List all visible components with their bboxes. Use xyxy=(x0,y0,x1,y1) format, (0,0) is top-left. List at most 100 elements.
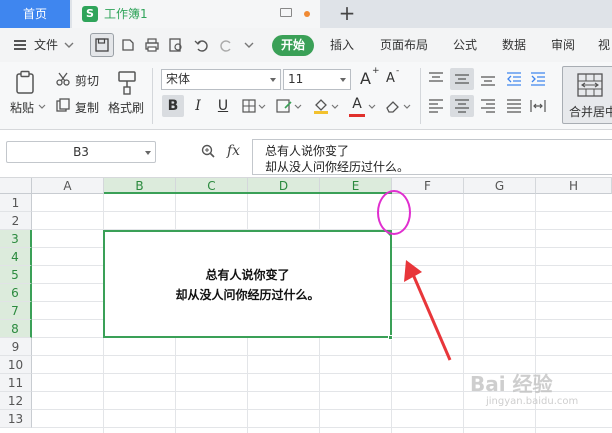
align-right-icon[interactable] xyxy=(480,99,496,113)
row-header-12[interactable]: 12 xyxy=(0,392,32,410)
fill-handle[interactable] xyxy=(388,335,393,340)
tab-insert[interactable]: 插入 xyxy=(330,28,354,62)
tab-page-layout[interactable]: 页面布局 xyxy=(380,28,428,62)
underline-button[interactable]: U xyxy=(212,95,234,117)
row-header-13[interactable]: 13 xyxy=(0,410,32,428)
spreadsheet-grid[interactable]: A B C D E F G H 1 2 3 4 5 6 7 8 9 10 11 … xyxy=(0,178,612,433)
plus-icon: + xyxy=(372,66,380,76)
font-name-value: 宋体 xyxy=(166,72,191,86)
distributed-align-icon[interactable] xyxy=(530,99,546,113)
increase-indent-icon[interactable] xyxy=(530,72,546,86)
redo-icon[interactable] xyxy=(218,37,234,53)
insert-function-button[interactable]: fx xyxy=(227,143,240,159)
paste-icon[interactable] xyxy=(14,70,38,96)
customize-toolbar-icon[interactable] xyxy=(244,41,254,49)
name-box-value: B3 xyxy=(73,145,89,159)
paste-button[interactable]: 粘贴 xyxy=(10,99,34,116)
column-header-h[interactable]: H xyxy=(536,178,612,194)
borders-icon[interactable] xyxy=(242,99,256,113)
decrease-font-size-button[interactable]: A xyxy=(386,71,395,86)
minus-icon: - xyxy=(396,66,400,76)
row-header-10[interactable]: 10 xyxy=(0,356,32,374)
row-header-2[interactable]: 2 xyxy=(0,212,32,230)
tab-formulas[interactable]: 公式 xyxy=(453,28,477,62)
row-header-4[interactable]: 4 xyxy=(0,248,32,266)
ribbon-separator xyxy=(420,68,421,124)
tab-home[interactable]: 开始 xyxy=(272,35,314,56)
chevron-down-icon xyxy=(340,78,346,82)
formula-text-line-2: 却从没人问你经历过什么。 xyxy=(265,160,410,174)
row-header-6[interactable]: 6 xyxy=(0,284,32,302)
gridline xyxy=(463,194,464,433)
font-size-select[interactable]: 11 xyxy=(283,69,351,90)
row-header-9[interactable]: 9 xyxy=(0,338,32,356)
annotation-circle xyxy=(377,190,411,235)
zoom-icon[interactable] xyxy=(201,144,215,158)
row-header-3[interactable]: 3 xyxy=(0,230,32,248)
select-all-corner[interactable] xyxy=(0,178,32,194)
new-tab-button[interactable]: + xyxy=(336,0,358,28)
chevron-down-icon[interactable] xyxy=(368,104,376,110)
align-center-icon xyxy=(455,99,469,113)
merge-center-button[interactable]: 合并居中 xyxy=(562,66,612,124)
bold-button[interactable]: B xyxy=(162,95,184,117)
format-painter-button[interactable]: 格式刷 xyxy=(108,99,144,116)
menu-bar: 文件 开始 插入 页面布局 公式 数据 审阅 视 xyxy=(0,28,612,62)
chevron-down-icon[interactable] xyxy=(403,104,411,110)
cell-style-icon[interactable] xyxy=(276,99,292,113)
print-icon[interactable] xyxy=(144,37,160,53)
home-tab[interactable]: 首页 xyxy=(0,0,70,28)
menu-icon[interactable] xyxy=(14,40,26,50)
merge-cells-icon xyxy=(577,73,603,97)
format-painter-icon[interactable] xyxy=(116,70,138,96)
fill-color-icon[interactable] xyxy=(313,97,329,115)
chevron-down-icon xyxy=(270,78,276,82)
chevron-down-icon[interactable] xyxy=(331,104,339,110)
align-bottom-icon[interactable] xyxy=(480,72,496,86)
decrease-indent-icon[interactable] xyxy=(506,72,522,86)
formula-bar: B3 fx 总有人说你变了 却从没人问你经历过什么。 xyxy=(0,130,612,178)
undo-icon[interactable] xyxy=(194,37,210,53)
merged-cell-b3[interactable]: 总有人说你变了 却从没人问你经历过什么。 xyxy=(103,230,392,338)
copy-button[interactable]: 复制 xyxy=(75,99,99,116)
font-color-button[interactable]: A xyxy=(346,93,368,115)
name-box[interactable]: B3 xyxy=(6,141,156,163)
tab-view[interactable]: 视 xyxy=(598,28,610,62)
export-icon[interactable] xyxy=(120,37,136,53)
print-preview-icon[interactable] xyxy=(168,37,184,53)
document-tab[interactable]: S 工作簿1 xyxy=(72,0,320,28)
tab-review[interactable]: 审阅 xyxy=(551,28,575,62)
file-menu[interactable]: 文件 xyxy=(34,28,58,62)
gridline xyxy=(32,211,612,212)
tab-data[interactable]: 数据 xyxy=(502,28,526,62)
chevron-down-icon[interactable] xyxy=(294,104,302,110)
cut-icon[interactable] xyxy=(56,72,70,86)
column-header-g[interactable]: G xyxy=(464,178,536,194)
row-header-8[interactable]: 8 xyxy=(0,320,32,338)
cut-button[interactable]: 剪切 xyxy=(75,72,99,89)
row-header-7[interactable]: 7 xyxy=(0,302,32,320)
chevron-down-icon[interactable] xyxy=(258,104,266,110)
column-header-a[interactable]: A xyxy=(32,178,104,194)
title-bar: 首页 S 工作簿1 + xyxy=(0,0,612,28)
italic-button[interactable]: I xyxy=(187,95,209,117)
cell-text-line-2: 却从没人问你经历过什么。 xyxy=(175,288,320,302)
formula-input[interactable]: 总有人说你变了 却从没人问你经历过什么。 xyxy=(252,139,612,175)
row-header-5[interactable]: 5 xyxy=(0,266,32,284)
row-header-11[interactable]: 11 xyxy=(0,374,32,392)
copy-icon[interactable] xyxy=(56,98,70,112)
save-button[interactable] xyxy=(90,33,114,57)
chevron-down-icon[interactable] xyxy=(64,41,74,49)
monitor-icon[interactable] xyxy=(280,8,292,17)
align-left-icon[interactable] xyxy=(428,99,444,113)
gridline xyxy=(32,355,612,356)
ribbon: 粘贴 剪切 复制 格式刷 宋体 11 A + A - B I U A 合并居中 xyxy=(0,62,612,130)
column-header-f[interactable]: F xyxy=(392,178,464,194)
chevron-down-icon[interactable] xyxy=(38,104,46,110)
row-header-1[interactable]: 1 xyxy=(0,194,32,212)
font-name-select[interactable]: 宋体 xyxy=(161,69,281,90)
increase-font-size-button[interactable]: A xyxy=(360,69,371,88)
align-top-icon[interactable] xyxy=(428,72,444,86)
eraser-icon[interactable] xyxy=(385,99,401,113)
justify-icon[interactable] xyxy=(506,99,522,113)
